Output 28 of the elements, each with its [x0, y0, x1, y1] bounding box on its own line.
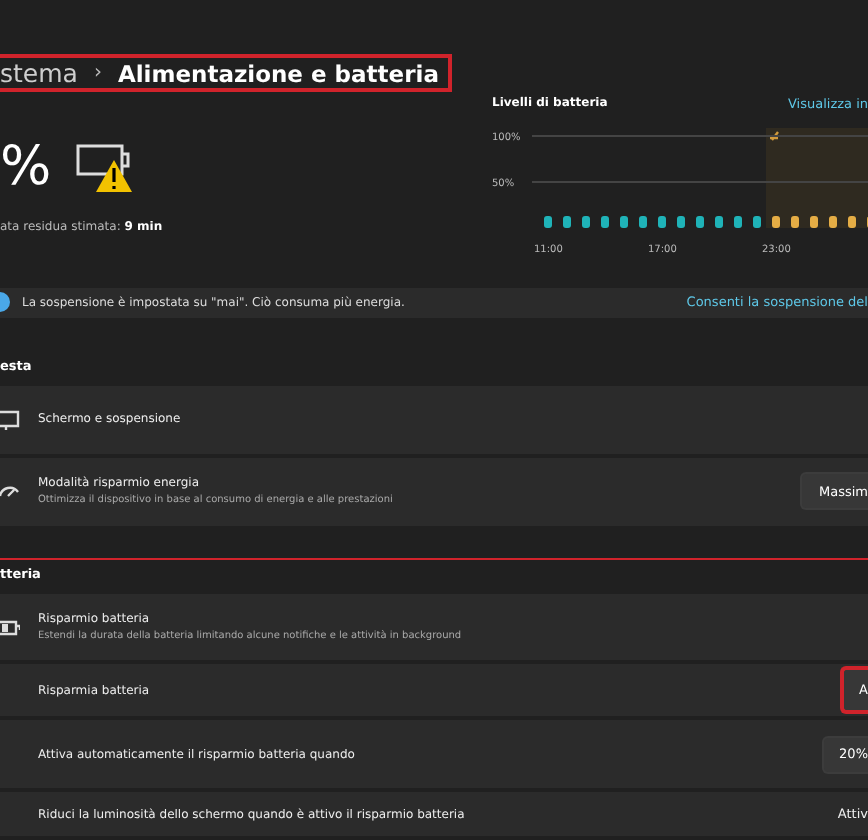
battery-bar [848, 216, 856, 228]
breadcrumb-link[interactable]: stema [0, 58, 78, 88]
battery-bar [829, 216, 837, 228]
battery-bar [601, 216, 609, 228]
battery-bar [658, 216, 666, 228]
breadcrumb-separator: › [93, 62, 102, 84]
info-icon [0, 292, 10, 313]
battery-bar [753, 216, 761, 228]
battery-icon [0, 619, 20, 635]
battery-bar [563, 216, 571, 228]
battery-bar [544, 216, 552, 228]
battery-bar [715, 216, 723, 228]
battery-bar [620, 216, 628, 228]
page-title: Alimentazione e batteria [117, 59, 439, 87]
battery-bar [677, 216, 685, 228]
battery-warning-icon [75, 142, 136, 194]
monitor-icon [0, 409, 20, 430]
plug-icon [768, 130, 780, 142]
battery-percent: % [0, 136, 52, 200]
battery-bar [639, 216, 647, 228]
battery-bar [810, 216, 818, 228]
battery-bar [791, 216, 799, 228]
battery-bar [696, 216, 704, 228]
battery-bar [734, 216, 742, 228]
battery-bar [772, 216, 780, 228]
gauge-icon [0, 481, 20, 502]
battery-bar [582, 216, 590, 228]
charging-period-shade [766, 128, 868, 228]
